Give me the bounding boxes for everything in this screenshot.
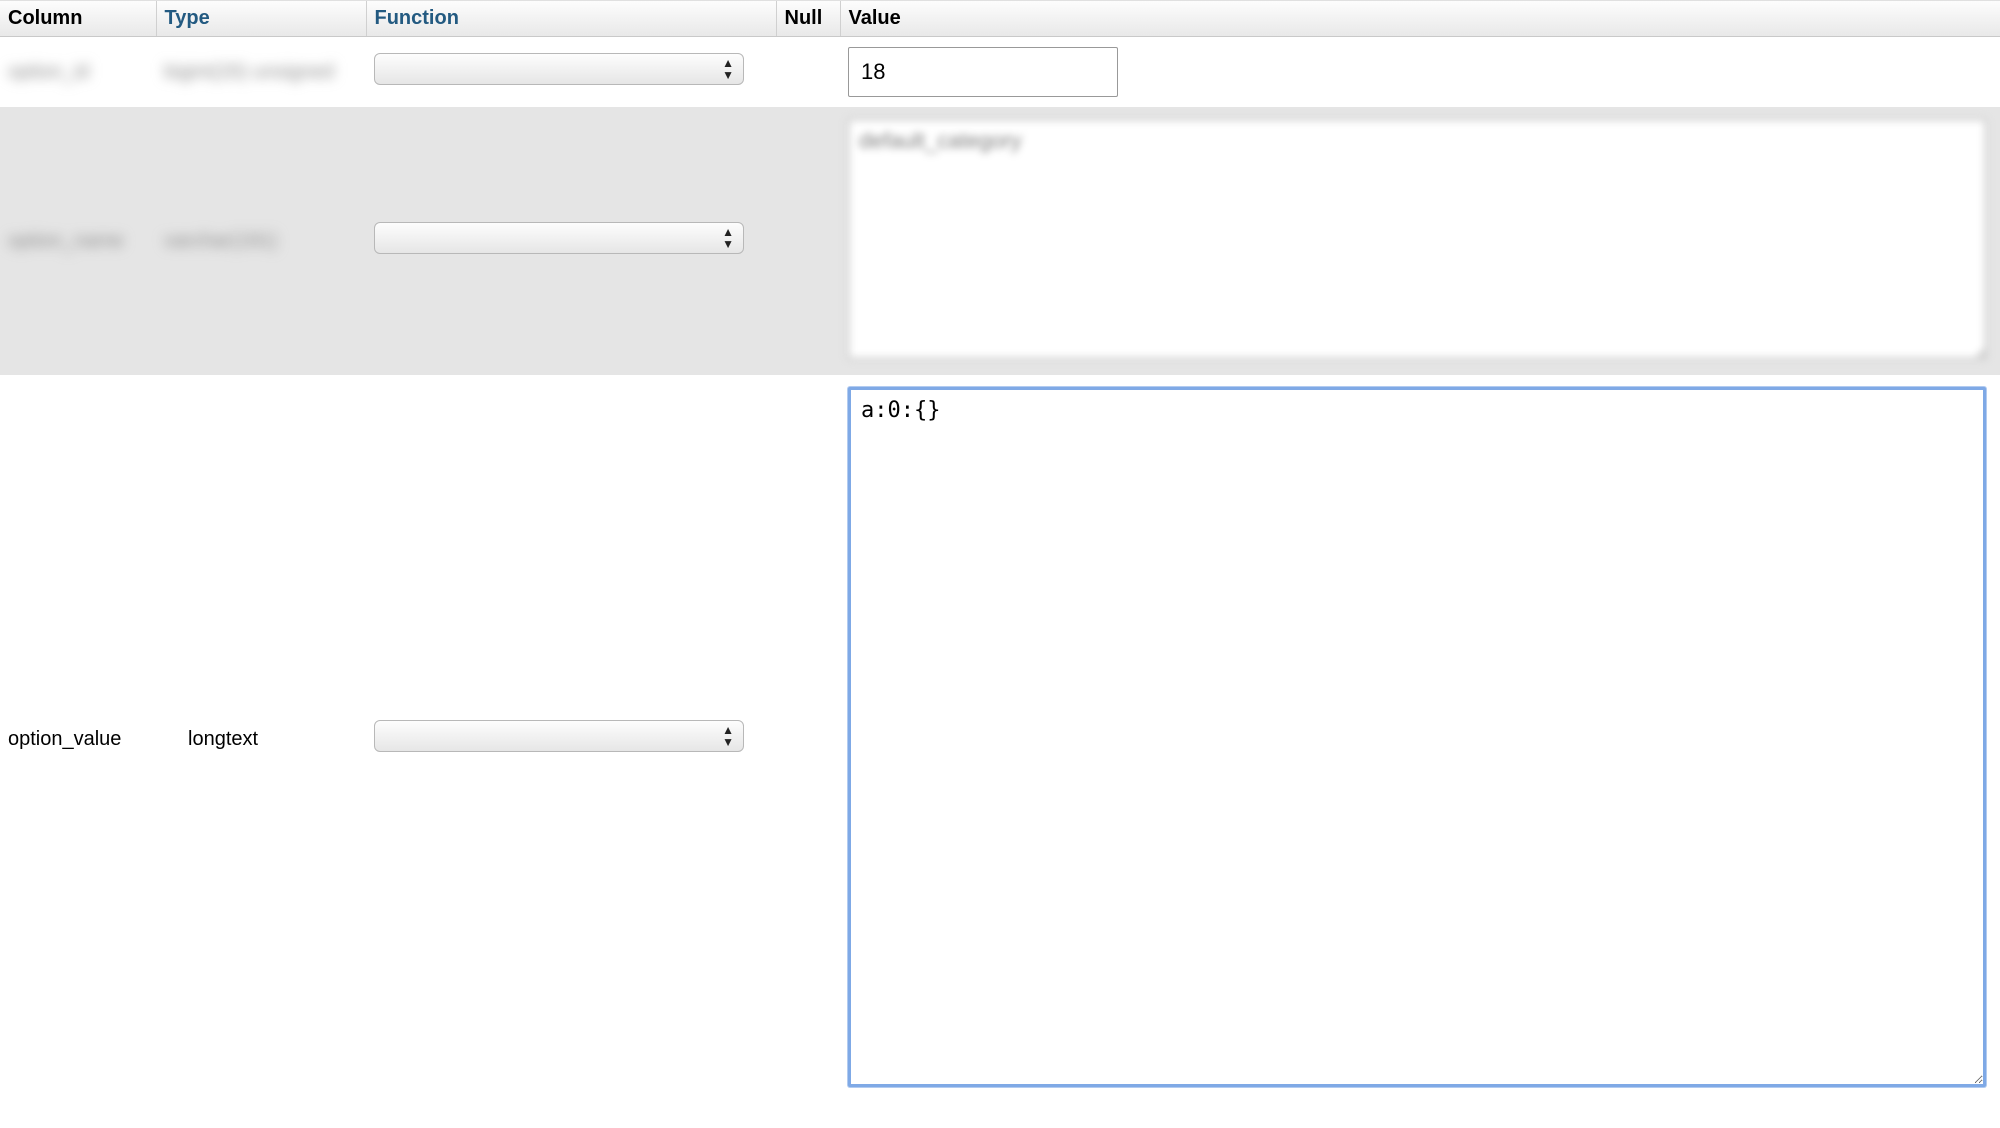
- column-name: option_name: [8, 230, 124, 252]
- table-header-row: Column Type Function Null Value: [0, 1, 2000, 37]
- table-row: option_id bigint(20) unsigned: [0, 37, 2000, 108]
- column-type: longtext: [188, 728, 258, 750]
- header-function[interactable]: Function: [366, 1, 776, 37]
- chevron-updown-icon: [722, 724, 733, 748]
- value-textarea-focused[interactable]: [848, 387, 1986, 1087]
- header-value: Value: [840, 1, 2000, 37]
- header-null: Null: [776, 1, 840, 37]
- function-select[interactable]: [374, 53, 744, 85]
- null-cell: [776, 107, 840, 375]
- column-name: option_id: [8, 61, 89, 83]
- value-textarea[interactable]: [848, 119, 1986, 359]
- header-column: Column: [0, 1, 156, 37]
- column-type: bigint(20) unsigned: [164, 61, 334, 83]
- chevron-updown-icon: [722, 57, 733, 81]
- column-name: option_value: [8, 728, 121, 750]
- column-type: varchar(191): [164, 230, 277, 252]
- function-select[interactable]: [374, 720, 744, 752]
- table-row: option_value longtext: [0, 375, 2000, 1103]
- table-row: option_name varchar(191): [0, 107, 2000, 375]
- chevron-updown-icon: [722, 226, 733, 250]
- null-cell: [776, 375, 840, 1103]
- null-cell: [776, 37, 840, 108]
- function-select[interactable]: [374, 222, 744, 254]
- value-input[interactable]: [848, 47, 1118, 97]
- edit-row-table: Column Type Function Null Value option_i…: [0, 0, 2000, 1103]
- header-type[interactable]: Type: [156, 1, 366, 37]
